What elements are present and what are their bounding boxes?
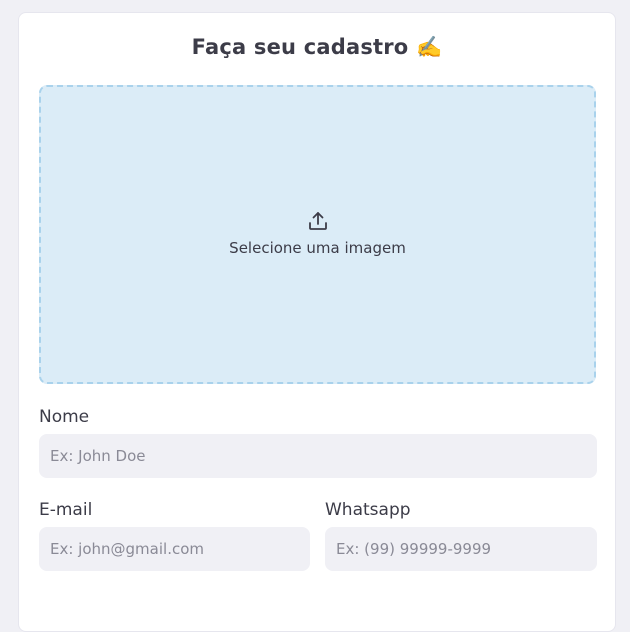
writing-hand-icon: ✍️ bbox=[415, 35, 443, 59]
whatsapp-label: Whatsapp bbox=[325, 500, 411, 520]
title-text: Faça seu cadastro bbox=[191, 35, 409, 59]
dropzone-label: Selecione uma imagem bbox=[229, 238, 406, 257]
email-field[interactable] bbox=[39, 527, 310, 571]
page-title: Faça seu cadastro ✍️ bbox=[19, 35, 615, 60]
name-field[interactable] bbox=[39, 434, 597, 478]
signup-card: Faça seu cadastro ✍️ Selecione uma image… bbox=[18, 12, 616, 632]
email-label: E-mail bbox=[39, 500, 93, 520]
upload-icon bbox=[308, 211, 327, 230]
whatsapp-field[interactable] bbox=[325, 527, 597, 571]
image-dropzone[interactable]: Selecione uma imagem bbox=[39, 85, 596, 384]
name-label: Nome bbox=[39, 407, 90, 427]
